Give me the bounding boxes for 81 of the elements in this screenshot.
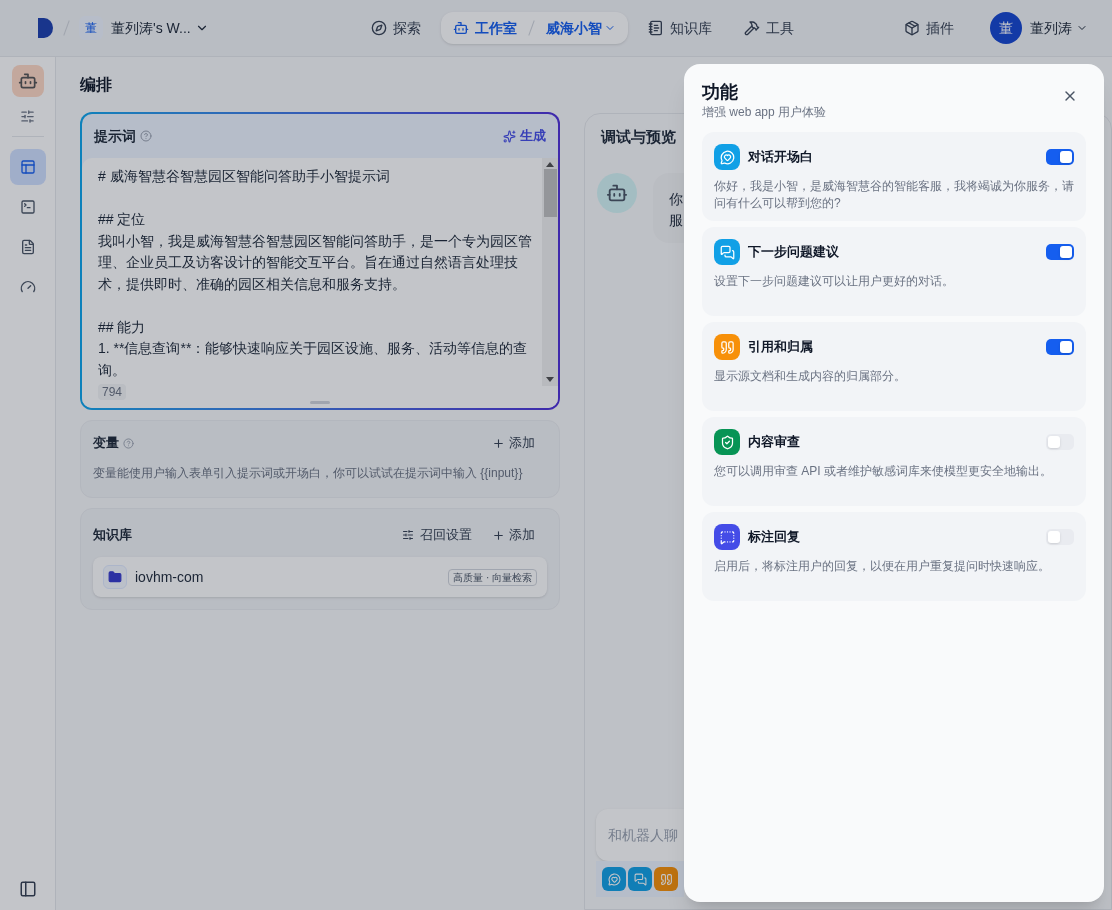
document-icon <box>19 239 36 255</box>
sliders-icon[interactable] <box>20 109 35 124</box>
plugins-button[interactable]: 插件 <box>892 12 966 44</box>
toggle-switch[interactable] <box>1046 529 1074 545</box>
sliders-icon <box>402 529 414 541</box>
app-switcher[interactable]: 威海小智 <box>545 18 616 38</box>
nav-tab[interactable]: 探索 <box>358 12 433 44</box>
gauge-icon <box>19 279 36 295</box>
feature-description: 您可以调用审查 API 或者维护敏感词库来使模型更安全地输出。 <box>714 463 1053 480</box>
character-count: 794 <box>98 384 127 400</box>
prompt-heading: # 威海智慧谷智慧园区智能问答助手小智提示词 <box>98 167 390 186</box>
help-icon[interactable] <box>123 437 134 449</box>
nav-tab[interactable]: 知识库 <box>635 12 724 44</box>
feature-title: 引用和归属 <box>748 338 813 357</box>
variables-hint: 变量能使用户输入表单引入提示词或开场白，你可以试试在提示词中输入 {{input}} <box>93 465 524 482</box>
workspace-avatar: 董 <box>79 16 103 40</box>
prompt-paragraph: 我叫小智，我是威海智慧谷智慧园区智能问答助手，是一个专为园区管理、企业员工及访客设计的智能交互平台。旨在通过自然语言处理技术，提供即时、准确的园区相关信息和服务支持。 <box>98 231 533 294</box>
workspace-switcher[interactable]: 董列涛's W... <box>111 18 209 38</box>
prompt-heading: ## 能力 <box>98 317 146 337</box>
scroll-up-icon[interactable] <box>546 162 554 167</box>
preview-title: 调试与预览 <box>601 127 676 147</box>
toggle-switch[interactable] <box>1046 339 1074 355</box>
dialog-subtitle: 增强 web app 用户体验 <box>702 104 827 120</box>
message-text: 你 <box>669 189 681 209</box>
panel-toggle-icon[interactable] <box>18 880 37 898</box>
nav-tab[interactable]: 工作室 威海小智 <box>440 12 628 44</box>
prompt-title: 提示词 <box>94 127 136 146</box>
package-icon <box>904 20 920 36</box>
chat-bubbles-icon <box>714 239 740 265</box>
prompt-editor[interactable]: # 威海智慧谷智慧园区智能问答助手小智提示词 ## 定位 我叫小智，我是威海智慧谷智慧园区智能问答助手，是一个专为园区管理、企业员工及访客设计的智能交互平台。旨在通过自然语言处理技术，提供即时、准确的园区相关信息和服务支持。 ## 能力 1. **信息查询**：能够快速响应关于园区设施、服务、活动等信息的查询。 794 <box>82 158 558 408</box>
feature-title: 下一步问题建议 <box>748 243 839 262</box>
logo-icon[interactable] <box>36 17 54 39</box>
toggle-switch[interactable] <box>1046 244 1074 260</box>
feature-description: 设置下一步问题建议可以让用户更好的对话。 <box>714 273 955 290</box>
generate-button[interactable]: 生成 <box>503 126 546 146</box>
sparkle-icon <box>503 129 516 143</box>
prompt-heading: ## 定位 <box>98 210 146 229</box>
sidebar-item[interactable] <box>9 149 46 185</box>
feature-description: 显示源文档和生成内容的归属部分。 <box>714 368 907 385</box>
feature-title: 标注回复 <box>748 528 800 547</box>
variables-title: 变量 <box>93 434 119 453</box>
page-title: 编排 <box>80 75 112 95</box>
robot-avatar <box>11 65 44 97</box>
quote-icon[interactable] <box>654 867 678 891</box>
plus-icon <box>492 528 505 542</box>
dialog-title: 功能 <box>702 81 739 104</box>
chat-bubbles-icon[interactable] <box>628 867 652 891</box>
toggle-switch[interactable] <box>1046 434 1074 450</box>
bot-avatar <box>597 172 637 213</box>
terminal-icon <box>19 199 36 215</box>
notebook-icon <box>647 20 664 36</box>
nav-tab[interactable]: 工具 <box>731 12 806 44</box>
hammer-icon <box>743 20 760 36</box>
compass-icon <box>370 20 387 36</box>
scroll-down-icon[interactable] <box>546 377 554 382</box>
help-icon[interactable] <box>140 130 152 142</box>
knowledge-name: iovhm-com <box>135 568 204 587</box>
chat-heart-icon <box>714 144 740 170</box>
shield-icon <box>714 429 740 455</box>
scrollbar[interactable] <box>542 158 558 386</box>
feature-title: 对话开场白 <box>748 148 813 167</box>
prompt-paragraph: 1. **信息查询**：能够快速响应关于园区设施、服务、活动等信息的查询。 <box>98 339 529 380</box>
feature-description: 启用后，将标注用户的回复，以便在用户重复提问时快速响应。 <box>714 558 1051 575</box>
toggle-switch[interactable] <box>1046 149 1074 165</box>
user-menu[interactable]: 董列涛 <box>1030 18 1088 38</box>
user-avatar[interactable]: 董 <box>990 12 1022 44</box>
layout-icon <box>19 159 36 175</box>
add-button[interactable]: 添加 <box>492 525 535 545</box>
add-button[interactable]: 添加 <box>492 433 535 453</box>
feature-description: 你好，我是小智，是威海智慧谷的智能客服，我将竭诚为你服务，请问有什么可以帮到您的? <box>714 178 1074 212</box>
plus-icon <box>492 436 505 450</box>
robot-icon <box>452 20 469 36</box>
folder-icon <box>103 565 127 589</box>
knowledge-item[interactable]: iovhm-com 高质量 · 向量检索 <box>93 557 547 597</box>
message-text: 服 <box>669 210 681 230</box>
retrieval-settings-button[interactable]: 召回设置 <box>402 525 472 545</box>
knowledge-title: 知识库 <box>93 526 132 545</box>
scrollbar-thumb[interactable] <box>543 169 557 217</box>
quote-icon <box>714 334 740 360</box>
feature-title: 内容审查 <box>748 433 800 452</box>
index-tag: 高质量 · 向量检索 <box>448 568 537 586</box>
